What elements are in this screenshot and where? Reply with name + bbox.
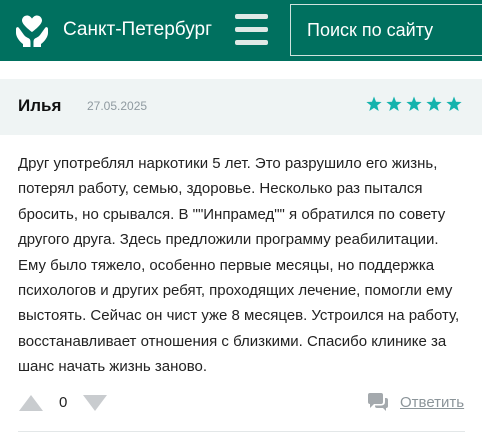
hamburger-menu-icon[interactable] (235, 14, 268, 46)
search-input[interactable]: Поиск по сайту (290, 4, 482, 56)
speech-bubbles-icon[interactable] (367, 393, 389, 413)
star-icon (366, 96, 382, 111)
triangle-down-icon[interactable] (83, 395, 107, 411)
star-icon (426, 96, 442, 111)
triangle-up-icon[interactable] (19, 395, 43, 411)
star-icon (386, 96, 402, 111)
review-text: Друг употреблял наркотики 5 лет. Это раз… (18, 155, 460, 376)
rating-stars (366, 96, 466, 112)
divider (18, 431, 465, 432)
vote-count: 0 (59, 394, 68, 411)
site-header: Санкт-Петербург Поиск по сайту (0, 0, 482, 61)
heart-in-hands-icon[interactable] (14, 13, 50, 49)
review-footer: 0 Ответить (0, 386, 482, 420)
review-date: 27.05.2025 (87, 99, 148, 113)
review-header: Илья 27.05.2025 (0, 79, 482, 135)
review-author: Илья (18, 96, 62, 115)
star-icon (406, 96, 422, 111)
star-icon (446, 96, 462, 111)
reply-link[interactable]: Ответить (400, 394, 464, 411)
city-selector[interactable]: Санкт-Петербург (63, 18, 212, 42)
